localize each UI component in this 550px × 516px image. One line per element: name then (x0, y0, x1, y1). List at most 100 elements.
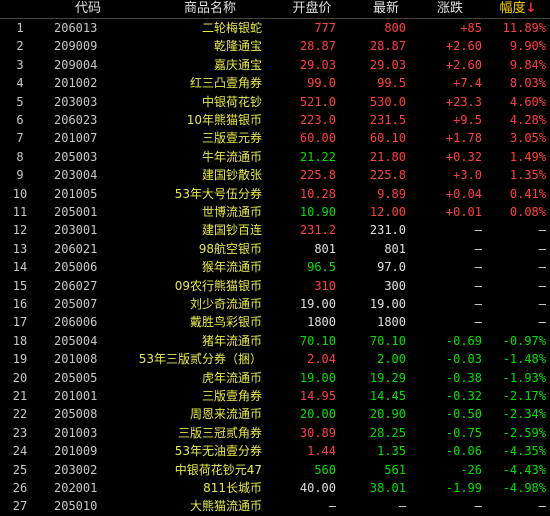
table-row[interactable]: 16 205007 刘少奇流通币 19.00 19.00 — — (0, 295, 550, 313)
row-change: -0.50 (445, 407, 482, 422)
row-last: — (398, 499, 406, 514)
table-row[interactable]: 15 206027 09农行熊猫银币 310 300 — — (0, 277, 550, 295)
row-pct: 0.41% (509, 186, 546, 201)
row-pct: 9.84% (509, 57, 546, 72)
row-open: 1800 (307, 315, 336, 330)
row-pct: — (538, 315, 546, 330)
table-row[interactable]: 5 203003 中银荷花钞 521.0 530.0 +23.3 4.60% (0, 93, 550, 111)
row-name: 猴年流通币 (201, 260, 262, 275)
row-last: 38.01 (369, 481, 406, 495)
row-name: 周恩来流通币 (189, 407, 262, 422)
table-row[interactable]: 24 201009 53年无油壹分券 1.44 1.35 -0.06 -4.35% (0, 442, 550, 460)
row-open: 20.00 (299, 407, 336, 422)
row-name: 嘉庆通宝 (213, 57, 262, 72)
row-index: 1 (16, 21, 24, 35)
row-index: 8 (16, 149, 24, 164)
table-row[interactable]: 23 201003 三版三冠贰角券 30.89 28.25 -0.75 -2.59% (0, 424, 550, 442)
row-open: 1.44 (307, 444, 336, 459)
row-open: 99.0 (307, 76, 336, 91)
table-row[interactable]: 22 205008 周恩来流通币 20.00 20.90 -0.50 -2.34% (0, 405, 550, 423)
table-row[interactable]: 3 209004 嘉庆通宝 29.03 29.03 +2.60 9.84% (0, 56, 550, 74)
row-last: 19.00 (369, 297, 406, 311)
row-code: 206027 (54, 278, 98, 293)
table-header: 代码 商品名称 开盘价 最新 涨跌 幅度↓ (0, 0, 550, 19)
table-row[interactable]: 2 209009 乾隆通宝 28.87 28.87 +2.60 9.90% (0, 37, 550, 55)
row-pct: -2.17% (502, 389, 546, 403)
row-name: 刘少奇流通币 (189, 297, 262, 311)
row-index: 2 (16, 39, 24, 54)
row-open: 2.04 (307, 352, 336, 367)
row-pct: 1.35% (509, 168, 546, 183)
row-pct: 9.90% (509, 39, 546, 54)
table-row[interactable]: 27 205010 大熊猫流通币 — — — — (0, 497, 550, 515)
row-last: 1.35 (377, 444, 406, 459)
row-code: 205003 (54, 149, 98, 164)
row-name: 虎年流通币 (201, 370, 262, 385)
row-code: 205004 (54, 333, 98, 348)
table-row[interactable]: 20 205005 虎年流通币 19.00 19.29 -0.38 -1.93% (0, 369, 550, 387)
table-row[interactable]: 25 203002 中银荷花钞元47 560 561 -26 -4.43% (0, 461, 550, 479)
header-pct-label: 幅度 (499, 1, 526, 16)
row-name: 53年三版贰分券（捆） (138, 352, 262, 367)
row-open: 10.28 (299, 186, 336, 201)
table-row[interactable]: 21 201001 三版壹角券 14.95 14.45 -0.32 -2.17% (0, 387, 550, 405)
row-code: 205005 (54, 370, 98, 385)
header-change[interactable]: 涨跌 (420, 0, 480, 18)
table-row[interactable]: 14 205006 猴年流通币 96.5 97.0 — — (0, 258, 550, 276)
row-pct: — (538, 223, 546, 238)
table-row[interactable]: 7 201007 三版壹元券 60.00 60.10 +1.78 3.05% (0, 129, 550, 147)
table-row[interactable]: 11 205001 世博流通币 10.90 12.00 +0.01 0.08% (0, 203, 550, 221)
table-row[interactable]: 19 201008 53年三版贰分券（捆） 2.04 2.00 -0.03 -1.48% (0, 350, 550, 368)
row-open: 19.00 (299, 297, 336, 311)
row-open: 19.00 (299, 370, 336, 385)
row-index: 18 (12, 333, 28, 348)
row-change: +9.5 (453, 113, 482, 127)
row-index: 24 (12, 444, 28, 459)
row-name: 09农行熊猫银币 (174, 278, 262, 293)
row-change: — (474, 315, 482, 330)
table-row[interactable]: 9 203004 建国钞散张 225.8 225.8 +3.0 1.35% (0, 166, 550, 184)
row-open: 310 (314, 278, 336, 293)
header-open[interactable]: 开盘价 (280, 0, 344, 18)
row-open: — (328, 499, 336, 514)
table-row[interactable]: 4 201002 红三凸壹角券 99.0 99.5 +7.4 8.03% (0, 74, 550, 92)
row-change: — (474, 499, 482, 514)
row-code: 201002 (54, 76, 98, 91)
header-code[interactable]: 代码 (58, 0, 118, 18)
row-change: +2.60 (445, 39, 482, 54)
table-row[interactable]: 8 205003 牛年流通币 21.22 21.80 +0.32 1.49% (0, 148, 550, 166)
header-name[interactable]: 商品名称 (150, 0, 270, 18)
row-pct: 1.49% (509, 149, 546, 164)
table-row[interactable]: 10 201005 53年大号伍分券 10.28 9.89 +0.04 0.41% (0, 185, 550, 203)
header-pct[interactable]: 幅度↓ (486, 0, 550, 18)
row-index: 11 (12, 205, 28, 219)
row-last: 300 (384, 278, 406, 293)
row-pct: -2.34% (502, 407, 546, 422)
table-row[interactable]: 18 205004 猪年流通币 70.10 70.10 -0.69 -0.97% (0, 332, 550, 350)
row-index: 4 (16, 76, 24, 91)
row-index: 27 (12, 499, 28, 514)
row-name: 53年无油壹分券 (174, 444, 262, 459)
row-code: 206021 (54, 241, 98, 256)
row-last: 9.89 (377, 186, 406, 201)
row-code: 205010 (54, 499, 98, 514)
row-index: 20 (12, 370, 28, 385)
row-change: -0.03 (445, 352, 482, 367)
table-row[interactable]: 13 206021 98航空银币 801 801 — — (0, 240, 550, 258)
row-pct: 3.05% (509, 131, 546, 146)
table-row[interactable]: 12 203001 建国钞百连 231.2 231.0 — — (0, 221, 550, 239)
row-code: 203004 (54, 168, 98, 183)
table-row[interactable]: 26 202001 811长城币 40.00 38.01 -1.99 -4.98% (0, 479, 550, 497)
table-row[interactable]: 1 206013 二轮梅银蛇 777 800 +85 11.89% (0, 19, 550, 37)
row-change: +2.60 (445, 57, 482, 72)
row-name: 53年大号伍分券 (174, 186, 262, 201)
row-code: 202001 (54, 481, 98, 495)
row-index: 12 (12, 223, 28, 238)
row-change: -0.32 (445, 389, 482, 403)
table-row[interactable]: 6 206023 10年熊猫银币 223.0 231.5 +9.5 4.28% (0, 111, 550, 129)
table-row[interactable]: 17 206006 戴胜鸟彩银币 1800 1800 — — (0, 313, 550, 331)
row-change: +0.32 (445, 149, 482, 164)
row-last: 29.03 (369, 57, 406, 72)
header-last[interactable]: 最新 (354, 0, 418, 18)
row-name: 中银荷花钞元47 (174, 462, 262, 477)
